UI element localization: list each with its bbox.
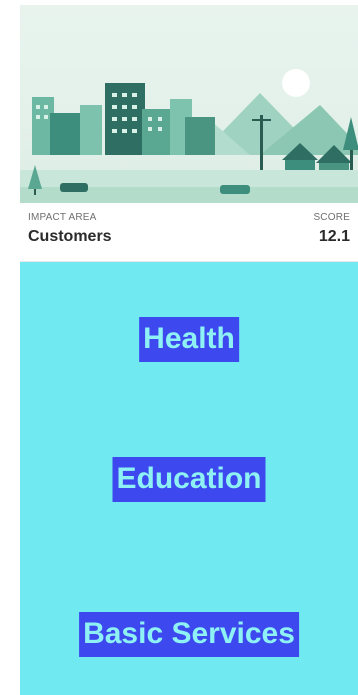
impact-area-value: Customers [28, 228, 112, 245]
categories-panel: Health Education Basic Services [20, 262, 358, 695]
score-label: SCORE [313, 212, 350, 223]
city-skyline-image [20, 69, 358, 203]
category-education[interactable]: Education [112, 457, 266, 502]
score-bar: IMPACT AREA Customers SCORE 12.1 [20, 203, 358, 262]
city-illustration [20, 5, 358, 203]
score-value: 12.1 [318, 228, 350, 245]
category-health[interactable]: Health [139, 317, 239, 362]
impact-area-label: IMPACT AREA [28, 212, 97, 223]
category-basic-services[interactable]: Basic Services [79, 612, 299, 657]
impact-card: IMPACT AREA Customers SCORE 12.1 Health … [20, 5, 358, 695]
